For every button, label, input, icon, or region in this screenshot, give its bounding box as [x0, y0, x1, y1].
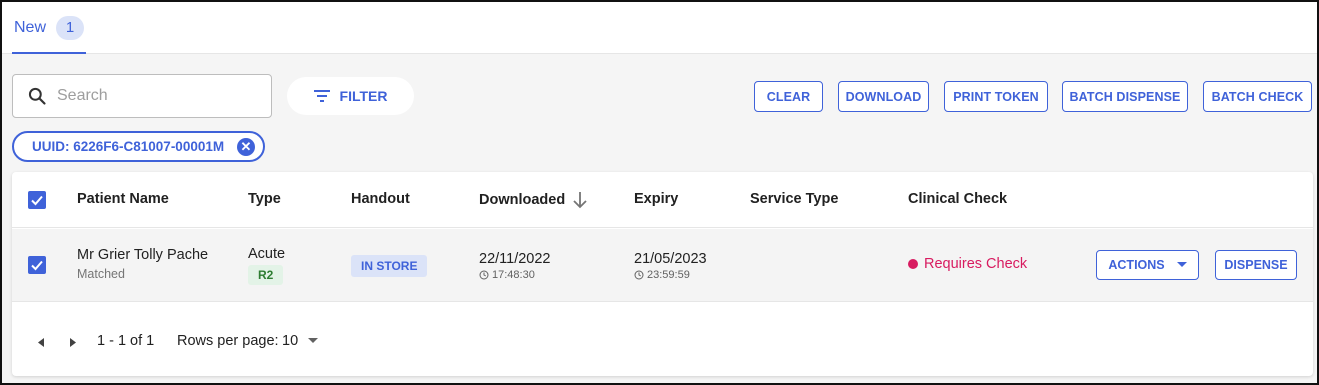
prescriptions-table: Patient Name Type Handout Downloaded Exp…: [12, 172, 1313, 376]
expiry-time-wrap: 23:59:59: [634, 269, 707, 281]
page-range: 1 - 1 of 1: [97, 333, 155, 349]
actions-label: ACTIONS: [1108, 258, 1165, 272]
tab-bar: New 1: [2, 2, 1317, 54]
downloaded-date: 22/11/2022: [479, 251, 551, 267]
handout-cell: IN STORE: [351, 255, 428, 277]
expiry-cell: 21/05/2023 23:59:59: [634, 251, 707, 281]
sort-arrow-down-icon: [573, 192, 587, 209]
search-box[interactable]: [12, 74, 272, 118]
tab-label: New: [14, 19, 47, 36]
print-token-button[interactable]: PRINT TOKEN: [944, 81, 1048, 112]
dispense-button[interactable]: DISPENSE: [1215, 250, 1297, 280]
actions-button[interactable]: ACTIONS: [1096, 250, 1199, 280]
column-clinical-check[interactable]: Clinical Check: [908, 191, 1007, 207]
column-handout[interactable]: Handout: [351, 191, 410, 207]
patient-match-status: Matched: [77, 267, 125, 281]
downloaded-time: 17:48:30: [492, 269, 535, 281]
search-icon: [27, 86, 47, 106]
rows-per-page-label: Rows per page:: [177, 333, 279, 349]
filter-icon: [313, 89, 330, 103]
expiry-date: 21/05/2023: [634, 251, 707, 267]
downloaded-time-wrap: 17:48:30: [479, 269, 551, 281]
downloaded-cell: 22/11/2022 17:48:30: [479, 251, 551, 281]
column-expiry[interactable]: Expiry: [634, 191, 678, 207]
rows-per-page-select[interactable]: 10: [282, 333, 319, 349]
next-page-icon[interactable]: [69, 338, 76, 347]
column-patient-name[interactable]: Patient Name: [77, 191, 169, 207]
check-icon: [31, 195, 43, 206]
clinical-check-status: Requires Check: [908, 256, 1027, 272]
check-icon: [31, 260, 43, 271]
clear-button[interactable]: CLEAR: [754, 81, 823, 112]
select-all-checkbox[interactable]: [28, 191, 46, 209]
type-cell: Acute R2: [248, 246, 285, 285]
expiry-time: 23:59:59: [647, 269, 690, 281]
download-button[interactable]: DOWNLOAD: [838, 81, 929, 112]
caret-down-icon: [308, 338, 319, 343]
column-downloaded-label: Downloaded: [479, 192, 566, 208]
tab-new[interactable]: New 1: [12, 16, 87, 54]
column-type[interactable]: Type: [248, 191, 281, 207]
type-badge: R2: [248, 265, 284, 285]
app-window: New 1 FILTER CLEAR DOWNLOAD PRINT TOKEN …: [0, 0, 1319, 385]
search-input[interactable]: [57, 87, 257, 105]
chip-label: UUID: 6226F6-C81007-00001M: [32, 139, 225, 154]
tab-count-badge: 1: [56, 16, 85, 40]
column-service-type[interactable]: Service Type: [750, 191, 838, 207]
patient-cell: Mr Grier Tolly Pache Matched: [77, 247, 208, 281]
prev-page-icon[interactable]: [38, 338, 45, 347]
chip-remove-icon[interactable]: ✕: [237, 138, 255, 156]
patient-name: Mr Grier Tolly Pache: [77, 247, 209, 263]
filter-label: FILTER: [339, 88, 388, 104]
clock-icon: [634, 270, 644, 280]
handout-badge: IN STORE: [351, 255, 428, 277]
caret-down-icon: [1176, 262, 1187, 267]
clinical-check-label: Requires Check: [924, 256, 1028, 272]
filter-button[interactable]: FILTER: [287, 77, 414, 115]
rows-per-page-value: 10: [282, 333, 299, 349]
pagination: 1 - 1 of 1 Rows per page: 10: [12, 302, 1313, 376]
type-label: Acute: [248, 246, 286, 262]
status-dot-icon: [908, 259, 918, 269]
table-row[interactable]: Mr Grier Tolly Pache Matched Acute R2 IN…: [12, 229, 1313, 302]
column-downloaded[interactable]: Downloaded: [479, 191, 588, 209]
row-checkbox[interactable]: [28, 256, 46, 274]
uuid-filter-chip: UUID: 6226F6-C81007-00001M ✕: [12, 131, 265, 162]
table-header: Patient Name Type Handout Downloaded Exp…: [12, 172, 1313, 228]
batch-check-button[interactable]: BATCH CHECK: [1203, 81, 1312, 112]
batch-dispense-button[interactable]: BATCH DISPENSE: [1062, 81, 1188, 112]
clock-icon: [479, 270, 489, 280]
